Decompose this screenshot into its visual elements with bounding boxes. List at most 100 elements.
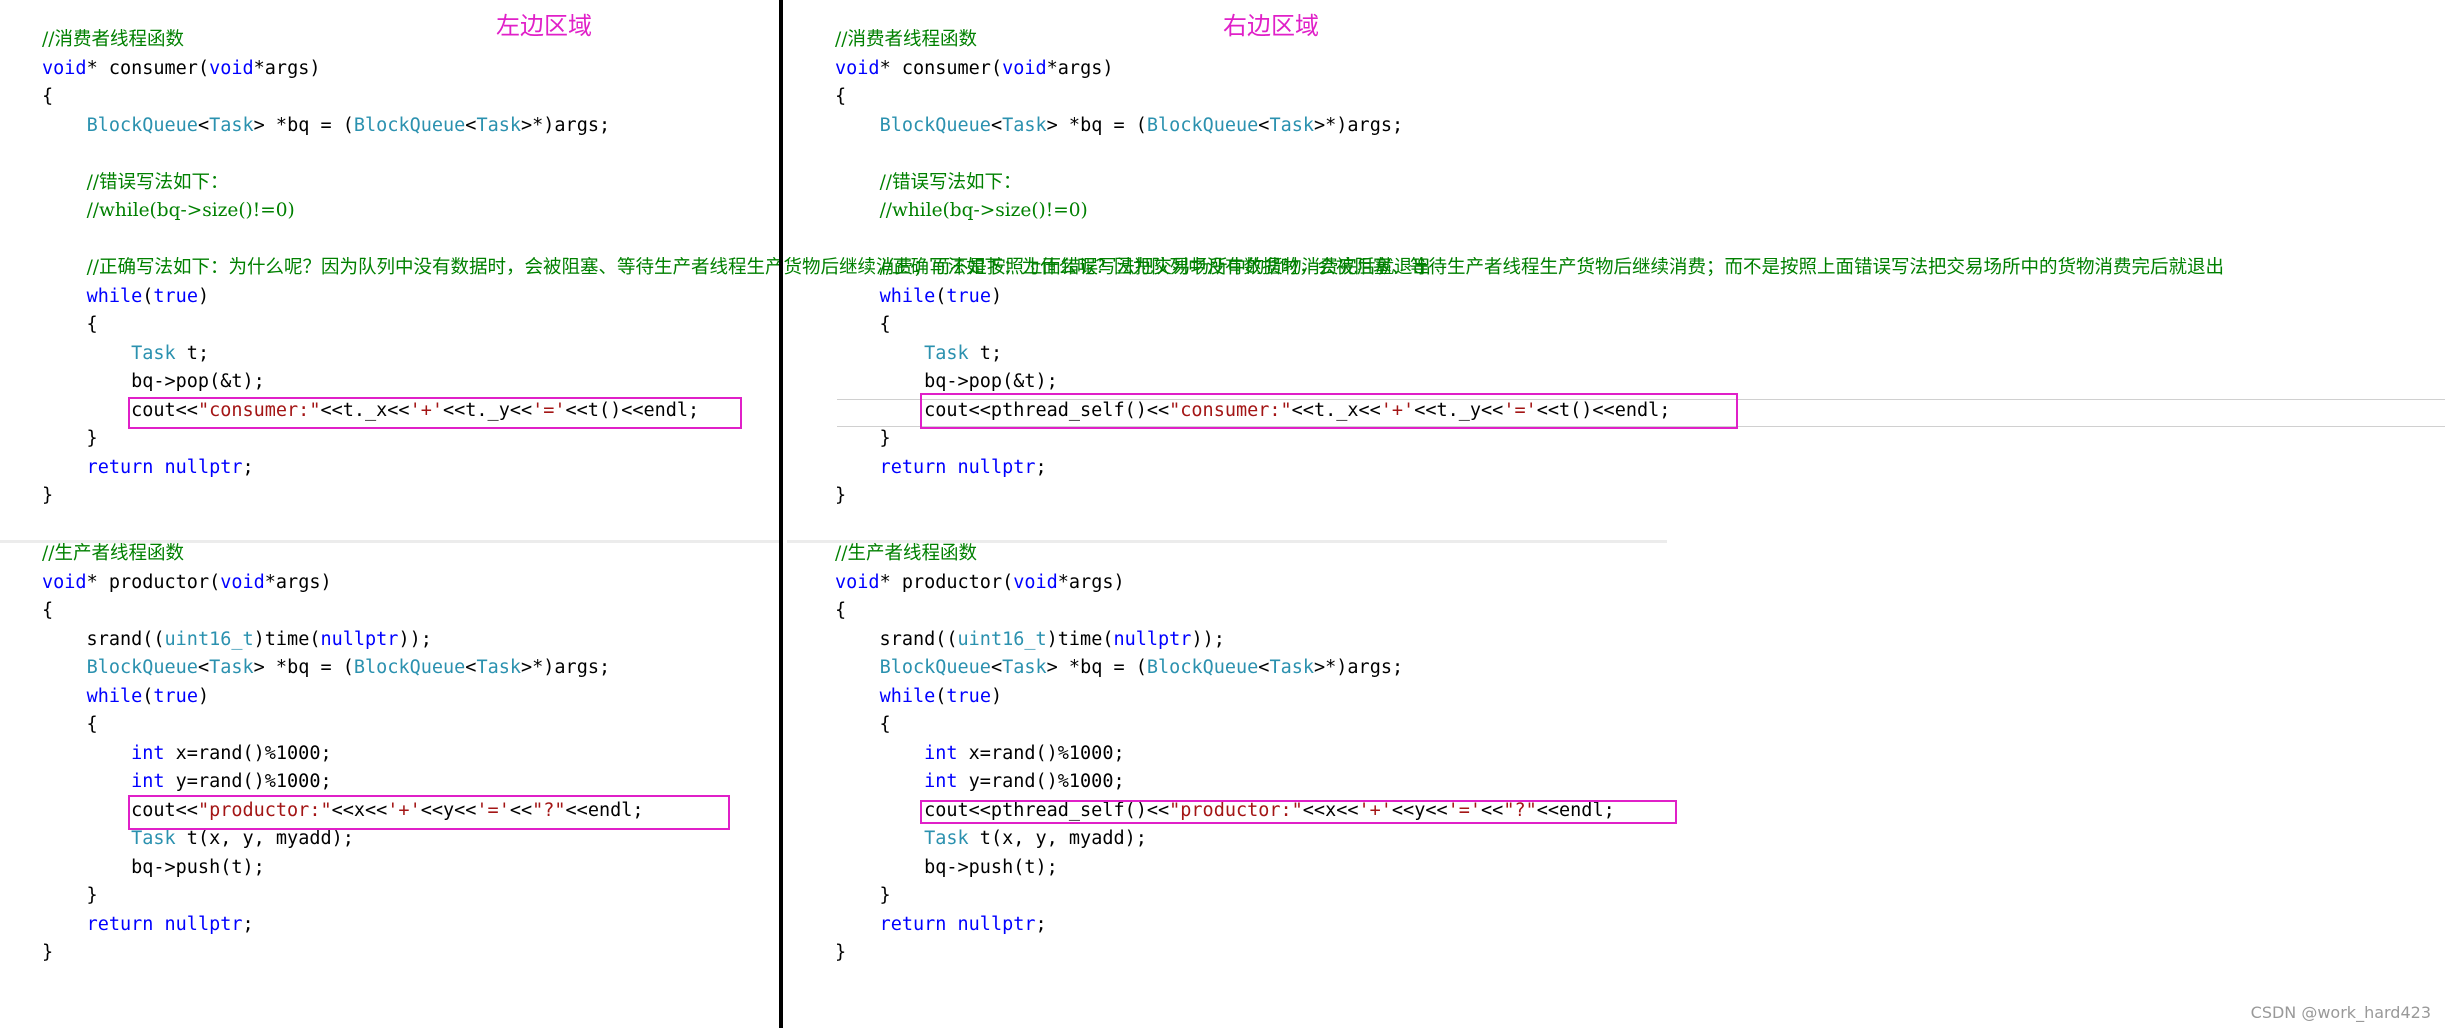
code-line: return nullptr; xyxy=(835,911,1615,940)
code-line: Task t(x, y, myadd); xyxy=(835,825,1615,854)
code-token: while xyxy=(86,285,143,307)
code-token: //消费者线程函数 xyxy=(835,29,977,50)
code-token: Task xyxy=(1002,657,1047,678)
right-consumer-highlight-box xyxy=(920,393,1738,429)
code-line: bq->push(t); xyxy=(835,854,1615,883)
code-line: void* consumer(void*args) xyxy=(835,55,2224,84)
code-token: ( xyxy=(142,285,154,307)
code-token: srand(( xyxy=(835,628,958,650)
code-line: while(true) xyxy=(835,283,2224,312)
code-token: uint16_t xyxy=(164,628,254,650)
code-line: while(true) xyxy=(835,683,1615,712)
code-token: > *bq = ( xyxy=(253,657,354,678)
code-token: )); xyxy=(1191,628,1225,650)
code-token: } xyxy=(835,942,847,963)
code-token: void xyxy=(835,571,880,593)
code-token: Task xyxy=(209,114,254,136)
code-token: return xyxy=(879,913,947,935)
code-token: Task xyxy=(209,657,254,678)
code-token: > *bq = ( xyxy=(1046,114,1147,136)
code-token: ; xyxy=(1035,456,1047,478)
code-token: int xyxy=(924,742,958,764)
code-token: //错误写法如下： xyxy=(879,171,1022,193)
code-token: } xyxy=(835,885,891,906)
code-token: ) xyxy=(990,685,1003,707)
right-producer-highlight-box xyxy=(920,800,1677,824)
code-token: } xyxy=(42,885,98,906)
code-token: ( xyxy=(935,685,947,707)
code-token: int xyxy=(131,742,165,764)
left-producer-code[interactable]: //生产者线程函数 void* productor(void*args){ sra… xyxy=(42,540,644,968)
code-line: void* productor(void*args) xyxy=(42,569,644,598)
code-line: //生产者线程函数 xyxy=(835,540,1615,569)
code-token: < xyxy=(990,114,1003,136)
left-code-panel: 左边区域 //消费者线程函数 void* consumer(void*args){… xyxy=(0,0,1431,1028)
code-token: bq->pop(&t); xyxy=(835,371,1058,392)
code-token: void xyxy=(42,57,87,79)
code-token: < xyxy=(990,657,1003,678)
code-token: nullptr xyxy=(957,456,1036,478)
code-token: while xyxy=(879,685,936,707)
code-token: } xyxy=(835,428,891,449)
code-line: { xyxy=(835,83,2224,112)
code-line: while(true) xyxy=(42,683,644,712)
code-token: true xyxy=(946,685,991,707)
code-line: } xyxy=(835,882,1615,911)
code-token: nullptr xyxy=(320,628,399,650)
code-line: { xyxy=(835,311,2224,340)
code-token: BlockQueue xyxy=(353,657,466,678)
code-line: srand((uint16_t)time(nullptr)); xyxy=(835,626,1615,655)
code-line: BlockQueue<Task> *bq = (BlockQueue<Task>… xyxy=(42,654,644,683)
code-token: x=rand()%1000; xyxy=(164,742,332,764)
right-consumer-code[interactable]: //消费者线程函数 void* consumer(void*args){ Bloc… xyxy=(835,26,2224,511)
right-code-panel: 右边区域 //消费者线程函数 void* consumer(void*args){… xyxy=(787,0,2445,1028)
code-line: } xyxy=(835,939,1615,968)
code-token: while xyxy=(86,685,143,707)
code-token: )); xyxy=(398,628,432,650)
code-line: { xyxy=(835,597,1615,626)
code-token: y=rand()%1000; xyxy=(164,771,332,792)
code-token: >*)args; xyxy=(521,657,611,678)
code-token: Task xyxy=(131,828,176,849)
left-consumer-highlight-box xyxy=(128,397,742,429)
csdn-watermark: CSDN @work_hard423 xyxy=(2250,1003,2431,1022)
code-token: >*)args; xyxy=(521,114,611,136)
code-token: *args) xyxy=(253,57,321,79)
code-token: nullptr xyxy=(164,456,243,478)
code-token: //while(bq->size()!=0) xyxy=(86,200,295,221)
code-token: } xyxy=(42,485,54,506)
code-token: { xyxy=(42,314,98,335)
code-line: //while(bq->size()!=0) xyxy=(835,197,2224,226)
code-token: srand(( xyxy=(42,628,165,650)
code-token: >*)args; xyxy=(1314,114,1404,136)
code-line: return nullptr; xyxy=(835,454,2224,483)
code-token: < xyxy=(1258,114,1270,136)
code-token: nullptr xyxy=(164,913,243,935)
code-token: ) xyxy=(990,285,1003,307)
code-token: BlockQueue xyxy=(879,657,991,678)
right-producer-code[interactable]: //生产者线程函数 void* productor(void*args){ sra… xyxy=(835,540,1615,968)
code-token: nullptr xyxy=(1113,628,1192,650)
code-line: } xyxy=(42,882,644,911)
code-token: ) xyxy=(197,685,210,707)
code-token: ) xyxy=(197,285,210,307)
code-line: { xyxy=(42,597,644,626)
code-line: srand((uint16_t)time(nullptr)); xyxy=(42,626,644,655)
code-token: { xyxy=(42,86,54,107)
